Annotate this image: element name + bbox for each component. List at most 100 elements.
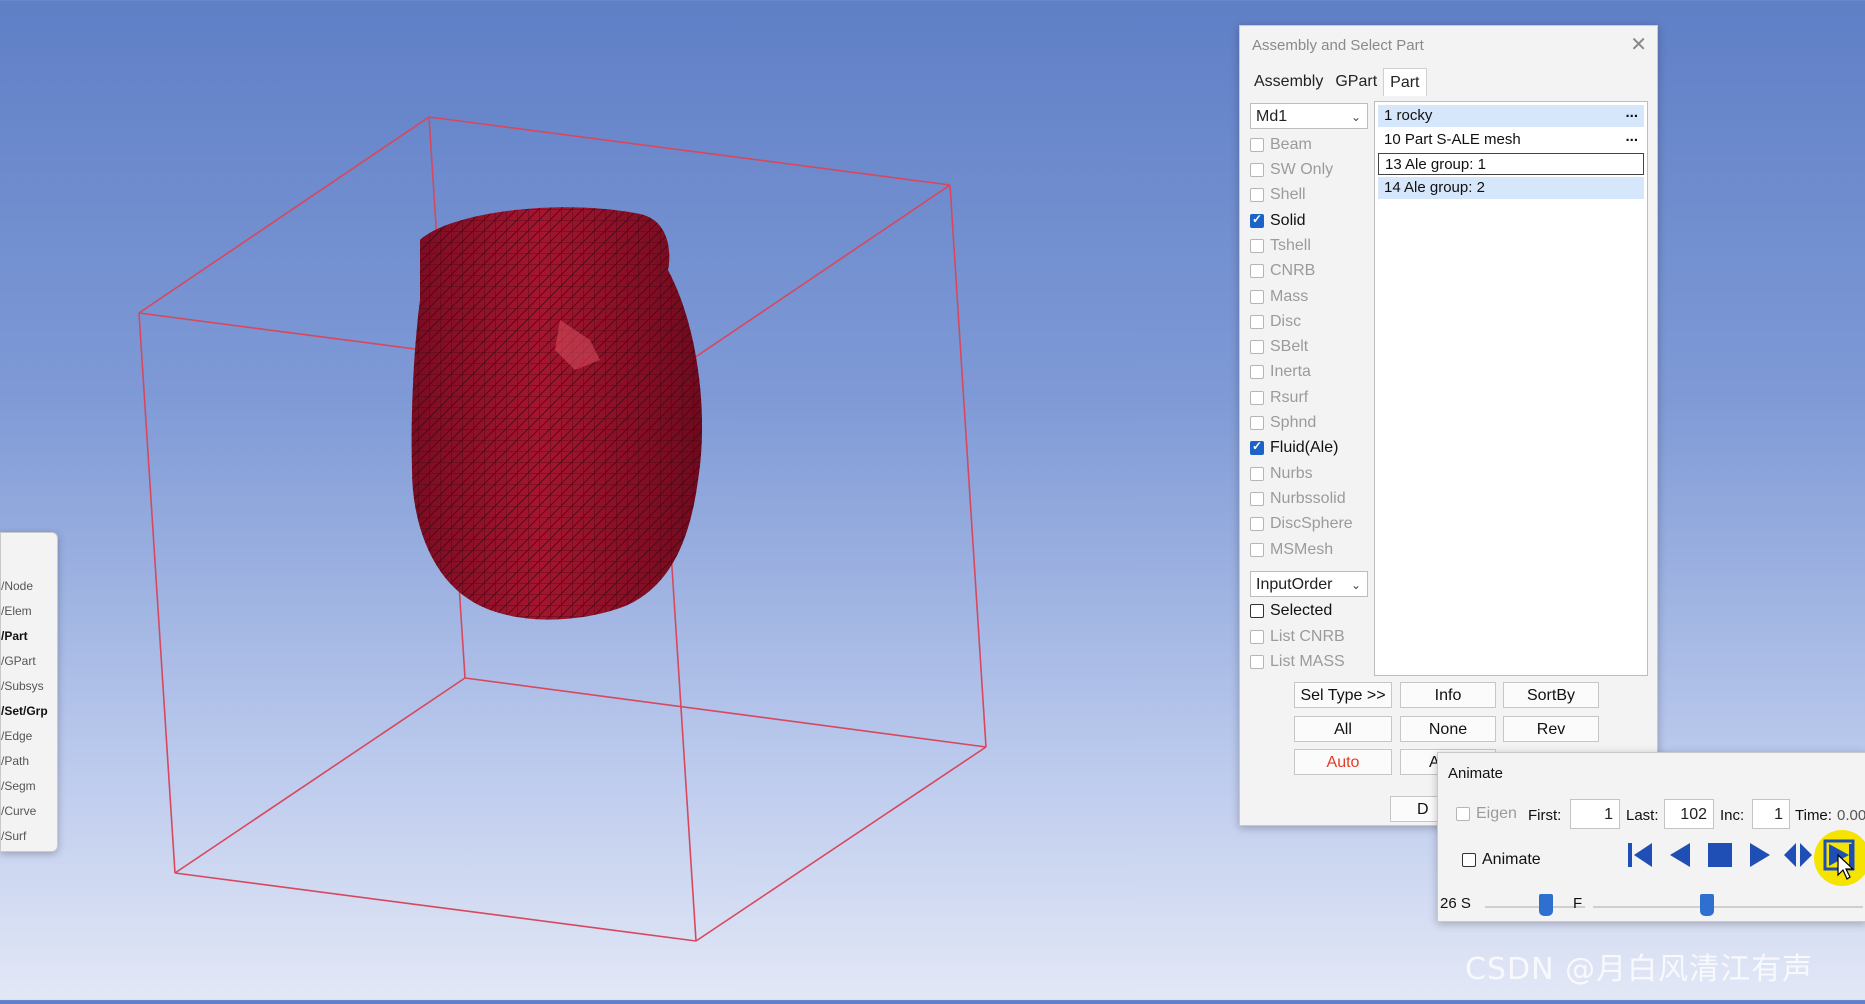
model-select-value: Md1 — [1256, 108, 1288, 125]
part-label: 13 Ale group: 1 — [1385, 156, 1486, 173]
filter-sbelt[interactable]: SBelt — [1250, 336, 1308, 358]
animate-label: Animate — [1482, 851, 1541, 868]
side-item-surf[interactable]: /Surf — [1, 829, 26, 843]
filter-sphnd[interactable]: Sphnd — [1250, 412, 1316, 434]
speed-label: 26 S — [1440, 895, 1471, 912]
reverse-selection-button[interactable]: Rev — [1503, 716, 1599, 742]
frame-slider-thumb[interactable] — [1700, 894, 1714, 916]
more-icon[interactable]: ... — [1625, 102, 1638, 124]
filter-disc[interactable]: Disc — [1250, 311, 1301, 333]
filter-tshell[interactable]: Tshell — [1250, 235, 1311, 257]
frame-slider-track[interactable] — [1593, 906, 1863, 908]
info-button[interactable]: Info — [1400, 682, 1496, 708]
filter-mass[interactable]: Mass — [1250, 286, 1308, 308]
option-list-cnrb[interactable]: List CNRB — [1250, 626, 1345, 648]
animate-checkbox[interactable]: Animate — [1462, 849, 1541, 871]
part-row-10[interactable]: 10 Part S-ALE mesh... — [1378, 126, 1644, 151]
sortby-button[interactable]: SortBy — [1503, 682, 1599, 708]
tab-gpart[interactable]: GPart — [1329, 68, 1383, 96]
side-item-node[interactable]: /Node — [1, 579, 33, 593]
eigen-checkbox[interactable]: Eigen — [1456, 803, 1517, 825]
filter-discsphere[interactable]: DiscSphere — [1250, 513, 1353, 535]
part-list[interactable]: 1 rocky... 10 Part S-ALE mesh... 13 Ale … — [1374, 101, 1648, 676]
checkbox-icon — [1250, 239, 1264, 253]
assembly-select-part-dialog: Assembly and Select Part ✕ Assembly GPar… — [1239, 25, 1658, 826]
filter-label: CNRB — [1270, 262, 1316, 279]
filter-label: Sphnd — [1270, 414, 1317, 431]
increment-input[interactable]: 1 — [1752, 799, 1790, 829]
filter-nurbs[interactable]: Nurbs — [1250, 463, 1313, 485]
solid-mesh-part — [411, 207, 703, 620]
option-list-mass[interactable]: List MASS — [1250, 651, 1345, 673]
filter-label: MSMesh — [1270, 541, 1334, 558]
side-item-segm[interactable]: /Segm — [1, 779, 36, 793]
side-item-curve[interactable]: /Curve — [1, 804, 36, 818]
filter-label: DiscSphere — [1270, 515, 1353, 532]
filter-fluid-ale[interactable]: Fluid(Ale) — [1250, 437, 1338, 459]
filter-solid[interactable]: Solid — [1250, 210, 1306, 232]
bounce-icon[interactable] — [1782, 839, 1814, 871]
frame-label: F — [1573, 895, 1583, 912]
step-back-icon[interactable] — [1664, 839, 1696, 871]
select-none-button[interactable]: None — [1400, 716, 1496, 742]
filter-msmesh[interactable]: MSMesh — [1250, 539, 1333, 561]
more-icon[interactable]: ... — [1625, 126, 1638, 148]
filter-label: SBelt — [1270, 338, 1309, 355]
side-item-subsys[interactable]: /Subsys — [1, 679, 44, 693]
first-frame-input[interactable]: 1 — [1570, 799, 1620, 829]
part-row-13[interactable]: 13 Ale group: 1 — [1378, 153, 1644, 175]
speed-slider-thumb[interactable] — [1539, 894, 1553, 916]
filter-beam[interactable]: Beam — [1250, 134, 1312, 156]
filter-label: SW Only — [1270, 161, 1334, 178]
tab-assembly[interactable]: Assembly — [1248, 68, 1329, 96]
checkbox-icon — [1250, 163, 1264, 177]
side-item-path[interactable]: /Path — [1, 754, 29, 768]
part-label: 10 Part S-ALE mesh — [1384, 131, 1521, 148]
filter-sw-only[interactable]: SW Only — [1250, 159, 1333, 181]
filter-cnrb[interactable]: CNRB — [1250, 260, 1315, 282]
checkbox-icon — [1250, 365, 1264, 379]
checkbox-icon — [1250, 290, 1264, 304]
inc-label: Inc: — [1720, 807, 1745, 824]
sort-order-select[interactable]: InputOrder ⌄ — [1250, 571, 1368, 597]
filter-nurbssolid[interactable]: Nurbssolid — [1250, 488, 1346, 510]
time-label: Time: — [1795, 807, 1832, 824]
part-row-14[interactable]: 14 Ale group: 2 — [1378, 177, 1644, 199]
close-icon[interactable]: ✕ — [1630, 32, 1647, 57]
model-select[interactable]: Md1 ⌄ — [1250, 103, 1368, 129]
checkbox-icon — [1250, 315, 1264, 329]
sort-order-value: InputOrder — [1256, 576, 1333, 593]
checkbox-icon — [1250, 264, 1264, 278]
option-selected[interactable]: Selected — [1250, 600, 1332, 622]
selection-mode-strip: /Node /Elem /Part /GPart /Subsys /Set/Gr… — [0, 532, 58, 852]
checkbox-icon — [1250, 138, 1264, 152]
side-item-gpart[interactable]: /GPart — [1, 654, 36, 668]
stop-icon[interactable] — [1704, 839, 1736, 871]
checkbox-icon — [1456, 807, 1470, 821]
filter-label: Nurbs — [1270, 465, 1313, 482]
sel-type-button[interactable]: Sel Type >> — [1294, 682, 1392, 708]
side-item-edge[interactable]: /Edge — [1, 729, 32, 743]
checkbox-icon — [1250, 604, 1264, 618]
filter-label: Mass — [1270, 288, 1309, 305]
filter-rsurf[interactable]: Rsurf — [1250, 387, 1308, 409]
side-item-setgrp[interactable]: /Set/Grp — [1, 704, 48, 718]
filter-shell[interactable]: Shell — [1250, 184, 1306, 206]
filter-label: Disc — [1270, 313, 1302, 330]
side-item-elem[interactable]: /Elem — [1, 604, 32, 618]
speed-slider-track[interactable] — [1485, 906, 1585, 908]
option-label: List MASS — [1270, 653, 1345, 670]
part-row-1[interactable]: 1 rocky... — [1378, 102, 1644, 127]
option-label: List CNRB — [1270, 628, 1345, 645]
select-all-button[interactable]: All — [1294, 716, 1392, 742]
filter-inerta[interactable]: Inerta — [1250, 361, 1311, 383]
filter-label: Tshell — [1270, 237, 1311, 254]
last-frame-input[interactable]: 102 — [1664, 799, 1714, 829]
option-label: Selected — [1270, 602, 1333, 619]
auto-button[interactable]: Auto — [1294, 749, 1392, 775]
tab-part[interactable]: Part — [1383, 68, 1427, 96]
play-forward-icon[interactable] — [1744, 839, 1776, 871]
side-item-part[interactable]: /Part — [1, 629, 28, 643]
skip-to-start-icon[interactable] — [1624, 839, 1656, 871]
watermark-text: CSDN @月白风清江有声 — [1465, 952, 1814, 987]
